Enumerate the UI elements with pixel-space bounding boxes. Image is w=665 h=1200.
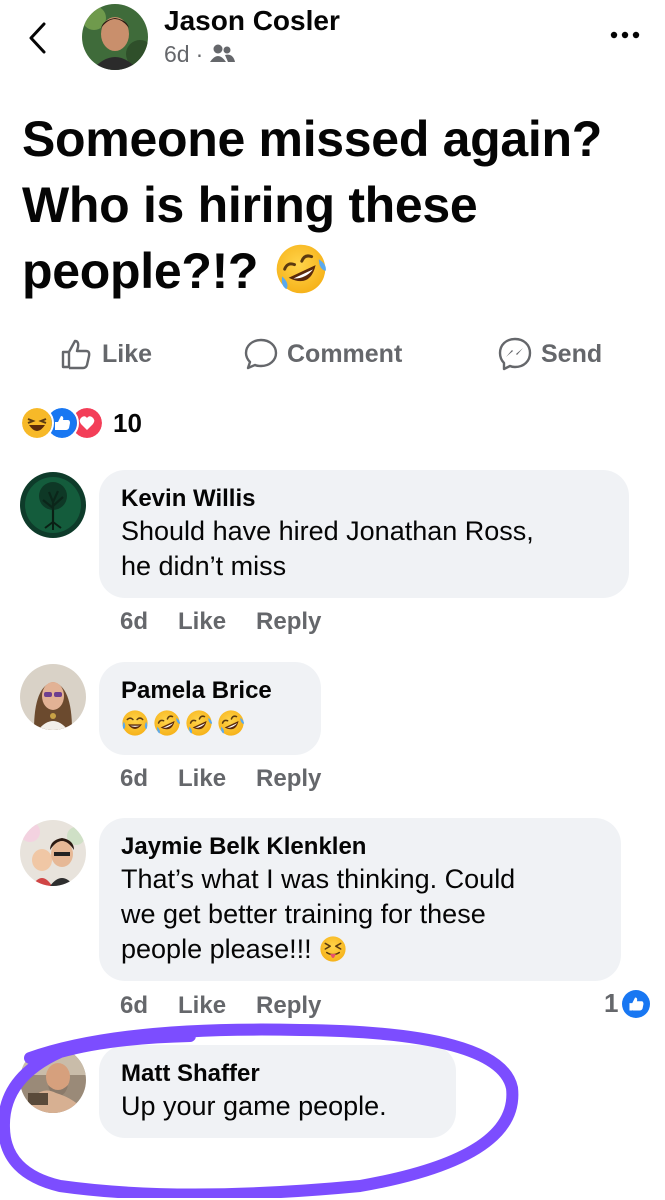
friends-icon[interactable] [209, 43, 236, 65]
commenter-name[interactable]: Jaymie Belk Klenklen [121, 832, 599, 862]
reactions-summary[interactable]: 10 [20, 406, 142, 440]
comment-text-line: Up your game people. [121, 1091, 387, 1121]
comment-text-line: he didn’t miss [121, 551, 287, 581]
post-meta: 6d · [164, 40, 236, 68]
like-reaction-icon [622, 989, 651, 1018]
comment-bubble[interactable]: Kevin Willis Should have hired Jonathan … [99, 470, 629, 598]
meta-separator: · [195, 41, 204, 67]
chevron-left-icon [29, 22, 46, 54]
more-options-button[interactable] [608, 20, 642, 50]
author-name[interactable]: Jason Cosler [164, 4, 340, 38]
comment-like-button[interactable]: Like [178, 764, 226, 794]
commenter-avatar[interactable] [20, 664, 86, 730]
comment-time[interactable]: 6d [120, 607, 148, 637]
commenter-avatar[interactable] [20, 820, 86, 886]
comment-like-button[interactable]: Like [178, 607, 226, 637]
haha-reaction-icon [20, 406, 54, 440]
squinting-face-with-tongue-emoji [319, 935, 347, 963]
send-label: Send [541, 339, 603, 368]
comment-text-line: people please!!! [121, 934, 312, 964]
post-time[interactable]: 6d [164, 40, 190, 68]
send-button[interactable]: Send [497, 332, 602, 376]
comment-actions: 6d Like Reply [120, 607, 321, 637]
comment-like-count[interactable]: 1 [604, 988, 651, 1019]
commenter-name[interactable]: Matt Shaffer [121, 1059, 434, 1089]
comment-text-line: Should have hired Jonathan Ross, [121, 516, 534, 546]
comment-reply-button[interactable]: Reply [256, 991, 321, 1021]
comment-reply-button[interactable]: Reply [256, 764, 321, 794]
comment-time[interactable]: 6d [120, 764, 148, 794]
rolling-on-floor-laughing-emoji [217, 709, 245, 737]
comment-text-line: That’s what I was thinking. Could [121, 864, 516, 894]
commenter-avatar[interactable] [20, 1047, 86, 1113]
rolling-on-floor-laughing-emoji [153, 709, 181, 737]
comment-text-line-last: people please!!! [121, 932, 599, 967]
comment-bubble[interactable]: Jaymie Belk Klenklen That’s what I was t… [99, 818, 621, 981]
comment-actions: 6d Like Reply [120, 991, 321, 1021]
post-body: Someone missed again? Who is hiring thes… [22, 106, 622, 304]
comment-reply-button[interactable]: Reply [256, 607, 321, 637]
commenter-name[interactable]: Kevin Willis [121, 484, 607, 514]
like-button[interactable]: Like [60, 332, 152, 376]
comment-actions: 6d Like Reply [120, 764, 321, 794]
comment-bubble[interactable]: Matt Shaffer Up your game people. [99, 1045, 456, 1138]
reaction-count: 10 [113, 407, 142, 438]
commenter-name[interactable]: Pamela Brice [121, 676, 299, 706]
author-avatar[interactable] [82, 4, 148, 70]
thumbs-up-icon [61, 339, 91, 370]
comment-time[interactable]: 6d [120, 991, 148, 1021]
comment-button[interactable]: Comment [243, 332, 402, 376]
comment-like-button[interactable]: Like [178, 991, 226, 1021]
comment-bubble[interactable]: Pamela Brice [99, 662, 321, 755]
comment-bubble-icon [244, 338, 278, 370]
comment-text-line: we get better training for these [121, 899, 486, 929]
comment-label: Comment [287, 339, 403, 368]
like-label: Like [102, 339, 153, 368]
rolling-on-floor-laughing-emoji [185, 709, 213, 737]
face-with-tears-of-joy-emoji [121, 709, 149, 737]
more-dots-icon [610, 31, 640, 39]
commenter-avatar[interactable] [20, 472, 86, 538]
like-count-value: 1 [604, 988, 619, 1018]
back-button[interactable] [22, 18, 56, 58]
messenger-icon [498, 337, 532, 371]
comment-emojis [121, 706, 299, 741]
rolling-on-floor-laughing-emoji [274, 242, 328, 296]
